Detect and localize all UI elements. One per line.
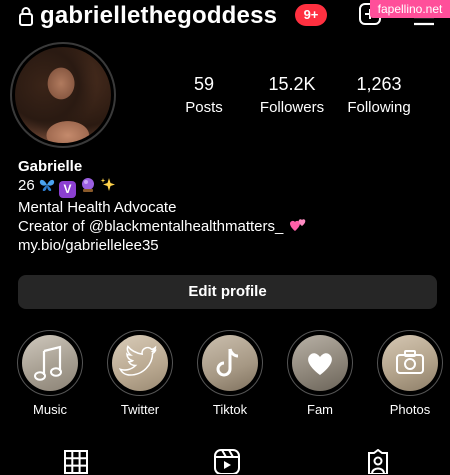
butterfly-icon xyxy=(39,179,54,191)
highlight-cover xyxy=(112,335,168,391)
highlight-fam[interactable]: Fam xyxy=(285,330,355,417)
highlight-cover xyxy=(292,335,348,391)
account-switcher-username[interactable]: gabriellethegoddess xyxy=(40,2,277,30)
tiktok-icon xyxy=(216,348,239,377)
heart-icon xyxy=(308,353,332,375)
stat-followers[interactable]: 15.2K Followers xyxy=(242,74,342,116)
reels-icon[interactable] xyxy=(214,449,240,474)
highlight-music[interactable]: Music xyxy=(15,330,85,417)
tagged-icon[interactable] xyxy=(365,449,391,474)
posts-label: Posts xyxy=(185,99,223,116)
highlight-cover xyxy=(22,335,78,391)
highlight-cover xyxy=(382,335,438,391)
following-label: Following xyxy=(347,99,411,116)
sparkles-icon xyxy=(100,178,116,191)
top-bar: gabriellethegoddess 9+ fapellino.net xyxy=(0,0,450,34)
highlight-label: Photos xyxy=(389,402,431,417)
avatar[interactable] xyxy=(15,47,111,143)
two-hearts-icon xyxy=(289,219,305,231)
camera-icon xyxy=(396,350,424,374)
posts-count: 59 xyxy=(193,74,215,94)
highlight-label: Twitter xyxy=(120,402,160,417)
highlight-twitter[interactable]: Twitter xyxy=(105,330,175,417)
bio-line-creator: Creator of @blackmentalhealthmatters_ xyxy=(18,217,308,236)
profile-name: Gabrielle xyxy=(18,158,83,175)
grid-icon[interactable] xyxy=(64,450,88,475)
content-tabs xyxy=(0,446,450,474)
following-count: 1,263 xyxy=(356,74,402,94)
highlight-label: Fam xyxy=(307,402,333,417)
followers-count: 15.2K xyxy=(268,74,316,94)
highlight-ring xyxy=(17,330,83,396)
bio-creator-text[interactable]: Creator of @blackmentalhealthmatters_ xyxy=(18,218,283,235)
music-note-icon xyxy=(34,345,62,381)
highlight-tiktok[interactable]: Tiktok xyxy=(195,330,265,417)
edit-profile-button[interactable]: Edit profile xyxy=(18,275,437,309)
notification-badge[interactable]: 9+ xyxy=(295,4,327,26)
highlight-photos[interactable]: Photos xyxy=(375,330,445,417)
profile-bio: Gabrielle 26 V Mental Health Advocate Cr… xyxy=(18,157,308,255)
highlight-label: Music xyxy=(33,402,67,417)
highlight-ring xyxy=(287,330,353,396)
watermark: fapellino.net xyxy=(370,0,450,18)
highlight-ring xyxy=(197,330,263,396)
stat-posts[interactable]: 59 Posts xyxy=(154,74,254,116)
highlight-ring xyxy=(377,330,443,396)
stat-following[interactable]: 1,263 Following xyxy=(329,74,429,116)
followers-label: Followers xyxy=(259,99,325,116)
bio-line-advocate: Mental Health Advocate xyxy=(18,199,177,216)
bio-age-text: 26 xyxy=(18,177,35,194)
bio-link[interactable]: my.bio/gabriellelee35 xyxy=(18,236,308,255)
highlight-cover xyxy=(202,335,258,391)
virgo-icon: V xyxy=(59,181,77,198)
twitter-bird-icon xyxy=(118,345,157,376)
crystal-ball-icon xyxy=(82,178,95,192)
lock-icon xyxy=(19,7,33,26)
highlight-ring xyxy=(107,330,173,396)
bio-line-age: 26 V xyxy=(18,176,308,198)
highlight-label: Tiktok xyxy=(212,402,248,417)
